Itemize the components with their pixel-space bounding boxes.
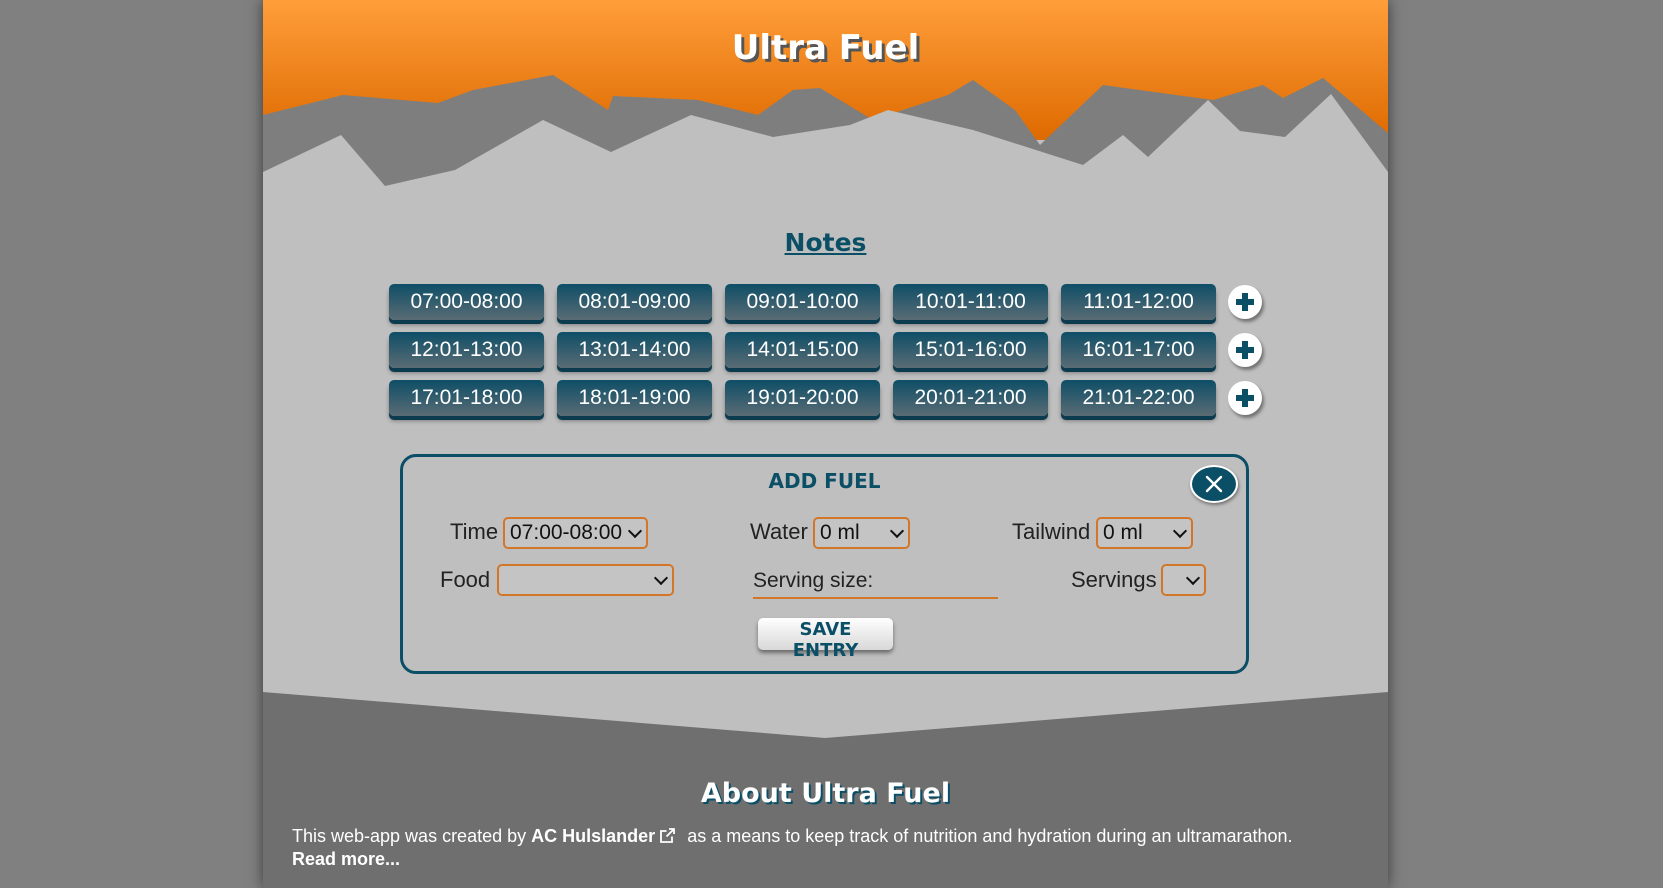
time-label: Time: [450, 519, 499, 544]
chevron-down-icon: [1185, 570, 1201, 586]
about-text-before: This web-app was created by: [292, 826, 527, 846]
add-fuel-button[interactable]: [1228, 333, 1262, 367]
time-slot-row: 12:01-13:00 13:01-14:00 14:01-15:00 15:0…: [389, 332, 1262, 368]
read-more-link[interactable]: Read more...: [292, 849, 400, 869]
time-slot-button[interactable]: 09:01-10:00: [725, 284, 880, 320]
time-slot-row: 07:00-08:00 08:01-09:00 09:01-10:00 10:0…: [389, 284, 1262, 320]
time-slot-button[interactable]: 20:01-21:00: [893, 380, 1048, 416]
tailwind-select-value: 0 ml: [1103, 521, 1143, 544]
add-fuel-button[interactable]: [1228, 381, 1262, 415]
time-select[interactable]: 07:00-08:00: [503, 517, 648, 549]
servings-select[interactable]: [1161, 564, 1206, 596]
author-link[interactable]: AC Hulslander: [531, 826, 655, 846]
about-heading: About Ultra Fuel: [700, 778, 951, 809]
time-slot-button[interactable]: 08:01-09:00: [557, 284, 712, 320]
plus-icon: [1236, 341, 1254, 359]
tailwind-select[interactable]: 0 ml: [1096, 517, 1193, 549]
time-slot-button[interactable]: 14:01-15:00: [725, 332, 880, 368]
servings-label: Servings: [1071, 567, 1157, 592]
chevron-down-icon: [627, 523, 643, 539]
time-slot-button[interactable]: 11:01-12:00: [1061, 284, 1216, 320]
time-slot-button[interactable]: 07:00-08:00: [389, 284, 544, 320]
plus-icon: [1236, 389, 1254, 407]
time-slot-button[interactable]: 18:01-19:00: [557, 380, 712, 416]
notes-heading: Notes: [784, 228, 867, 257]
time-slot-button[interactable]: 21:01-22:00: [1061, 380, 1216, 416]
add-fuel-panel: ADD FUEL Time 07:00-08:00 Water 0 ml Tai…: [400, 454, 1249, 674]
chevron-down-icon: [1172, 523, 1188, 539]
serving-size-label: Serving size:: [753, 569, 874, 592]
app-title: Ultra Fuel: [731, 28, 920, 68]
chevron-down-icon: [889, 523, 905, 539]
water-label: Water: [750, 519, 808, 544]
food-select[interactable]: [497, 564, 674, 596]
page: Ultra Fuel Notes 07:00-08:00 08:01-09:00…: [263, 0, 1388, 888]
time-slot-button[interactable]: 19:01-20:00: [725, 380, 880, 416]
time-slot-button[interactable]: 17:01-18:00: [389, 380, 544, 416]
add-fuel-title: ADD FUEL: [768, 469, 881, 493]
close-icon: [1205, 475, 1223, 493]
time-slot-row: 17:01-18:00 18:01-19:00 19:01-20:00 20:0…: [389, 380, 1262, 416]
about-text-after: as a means to keep track of nutrition an…: [687, 826, 1293, 846]
water-select[interactable]: 0 ml: [813, 517, 910, 549]
time-slot-button[interactable]: 16:01-17:00: [1061, 332, 1216, 368]
time-slot-grid: 07:00-08:00 08:01-09:00 09:01-10:00 10:0…: [389, 284, 1262, 428]
about-text: This web-app was created by AC Hulslande…: [292, 825, 1362, 871]
add-fuel-button[interactable]: [1228, 285, 1262, 319]
tailwind-label: Tailwind: [1012, 519, 1091, 544]
food-label: Food: [440, 567, 491, 592]
time-slot-button[interactable]: 10:01-11:00: [893, 284, 1048, 320]
close-button[interactable]: [1190, 465, 1238, 503]
water-select-value: 0 ml: [820, 521, 860, 544]
serving-size-field[interactable]: Serving size:: [753, 569, 998, 599]
save-entry-button[interactable]: SAVE ENTRY: [758, 618, 893, 661]
plus-icon: [1236, 293, 1254, 311]
time-slot-button[interactable]: 15:01-16:00: [893, 332, 1048, 368]
chevron-down-icon: [653, 570, 669, 586]
time-slot-button[interactable]: 12:01-13:00: [389, 332, 544, 368]
time-slot-button[interactable]: 13:01-14:00: [557, 332, 712, 368]
external-link-icon: [660, 828, 676, 843]
time-select-value: 07:00-08:00: [510, 521, 623, 544]
